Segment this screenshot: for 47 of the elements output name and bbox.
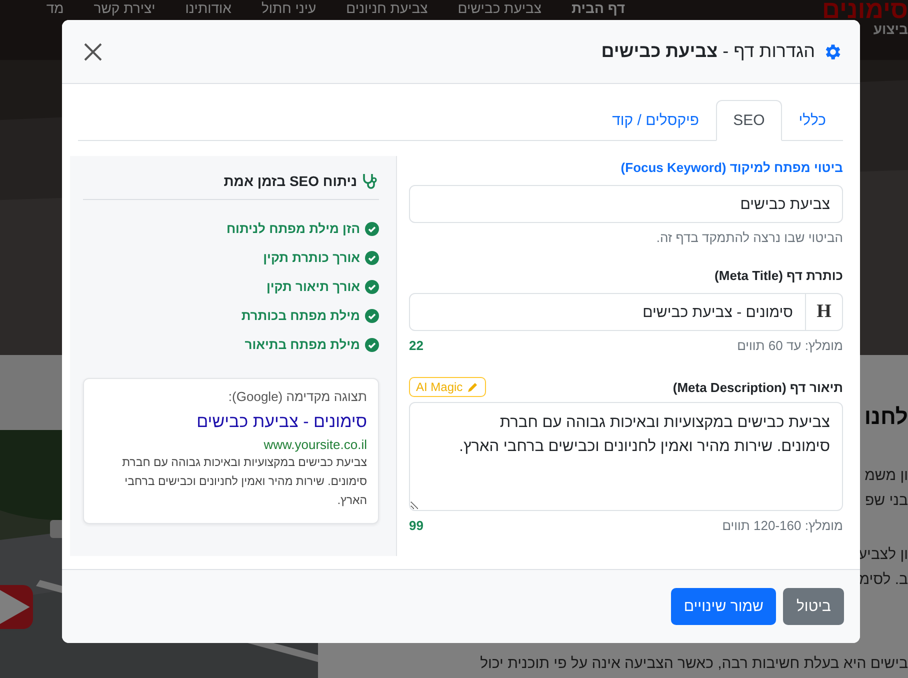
check-label: הזן מילת מפתח לניתוח xyxy=(226,221,360,236)
article-text: ון לצביע xyxy=(858,545,908,565)
nav-link[interactable]: יצירת קשר xyxy=(94,0,156,17)
nav-link[interactable]: עיני חתול xyxy=(261,0,316,17)
pencil-icon xyxy=(466,381,479,393)
field-hint: הביטוי שבו נרצה להתמקד בדף זה. xyxy=(656,230,843,246)
dialog-title: הגדרות דף - צביעת כבישים xyxy=(600,41,815,62)
character-count: 22 xyxy=(409,338,424,354)
nav-link[interactable]: מד xyxy=(46,0,64,17)
field-label: כותרת דף (Meta Title) xyxy=(714,268,843,283)
check-label: מילת מפתח בכותרת xyxy=(241,308,360,323)
nav-link[interactable]: אודותינו xyxy=(185,0,232,17)
settings-icon xyxy=(823,42,843,62)
text-area[interactable]: צביעת כבישים במקצועיות ובאיכות גבוהה עם חברת סימונים. שירות מהיר ואמין לחניונים וכבישים ברחבי הארץ. xyxy=(409,402,843,511)
article-text: ב. לסימ xyxy=(859,570,908,590)
panel-title: ניתוח SEO בזמן אמת xyxy=(224,173,357,189)
tab[interactable]: פיקסלים / קוד xyxy=(595,100,716,141)
tab[interactable]: כללי xyxy=(782,100,843,141)
stethoscope-icon xyxy=(361,172,379,190)
preview-heading: תצוגה מקדימה (Google): xyxy=(227,389,367,404)
tab[interactable]: SEO xyxy=(716,100,782,141)
preview-url: www.yoursite.co.il xyxy=(262,437,367,452)
check-label: אורך תיאור תקין xyxy=(266,279,360,294)
field-label: ביטוי מפתח למיקוד (Focus Keyword) xyxy=(620,160,843,175)
preview-description: צביעת כבישים במקצועיות ובאיכות גבוהה עם חברת סימונים. שירות מהיר ואמין לחניונים וכבישים ברחבי הארץ. xyxy=(121,456,367,509)
field-hint: מומלץ: 120-160 תווים xyxy=(722,518,843,534)
logo: סימונים xyxy=(822,0,908,20)
cancel-button[interactable]: ביטול xyxy=(783,588,844,625)
play-button[interactable] xyxy=(0,585,33,629)
article-heading: לחנו xyxy=(864,403,908,431)
tagline: ביצוע xyxy=(873,21,908,38)
save-button[interactable]: שמור שינויים xyxy=(670,588,776,625)
character-count: 99 xyxy=(409,518,424,534)
field-label: תיאור דף (Meta Description) xyxy=(672,380,843,394)
article-text: בני שפ xyxy=(865,491,908,511)
nav-link[interactable]: צביעת חניונים xyxy=(346,0,428,17)
article-text: בישים היא בעלת חשיבות רבה, כאשר הצביעה אינה על פי תוכנית יכול xyxy=(480,654,908,674)
input-field[interactable]: סימונים - צביעת כבישים xyxy=(409,293,806,331)
nav-link[interactable]: צביעת כבישים xyxy=(458,0,542,17)
prefix-label: H xyxy=(806,293,843,331)
field-hint: מומלץ: עד 60 תווים xyxy=(737,338,843,354)
nav-link[interactable]: דף הבית xyxy=(572,0,625,17)
article-text: ון משמ xyxy=(864,466,908,486)
check-label: אורך כותרת תקין xyxy=(263,250,360,265)
preview-title[interactable]: סימונים - צביעת כבישים xyxy=(196,412,367,432)
input-field[interactable]: צביעת כבישים xyxy=(409,185,843,223)
check-label: מילת מפתח בתיאור xyxy=(244,337,360,352)
